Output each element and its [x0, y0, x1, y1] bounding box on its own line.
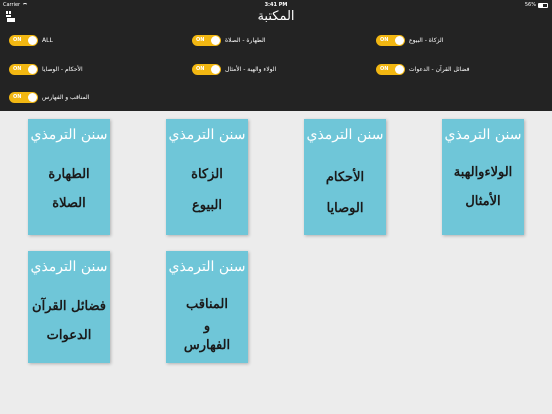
- book-title-line: الأحكام: [325, 170, 365, 185]
- filter-label: الولاء والهبة - الأمثال: [225, 65, 277, 73]
- filter-label: ALL: [42, 36, 53, 44]
- book-title-line: و: [203, 319, 211, 334]
- filter-fadail-daawat[interactable]: ON فضائل القرآن - الدعوات: [376, 62, 470, 76]
- filter-all[interactable]: ON ALL: [9, 33, 53, 47]
- book-manaqib-fahaaris[interactable]: سنن الترمذي المناقب و الفهارس: [166, 251, 248, 363]
- book-title-line: الدعوات: [46, 328, 92, 343]
- book-title-line: الوصايا: [326, 201, 364, 216]
- filter-label: فضائل القرآن - الدعوات: [409, 65, 470, 73]
- filter-toggle[interactable]: ON: [9, 34, 38, 46]
- book-series-title: سنن الترمذي: [30, 127, 108, 143]
- filter-label: الأحكام - الوصايا: [42, 65, 83, 73]
- book-title-line: الزكاة: [191, 167, 223, 182]
- book-title-line: المناقب: [186, 297, 228, 312]
- book-series-title: سنن الترمذي: [444, 127, 522, 143]
- filter-tahara-salat[interactable]: ON الطهارة - الصلاة: [192, 33, 265, 47]
- filter-label: الزكاة - البيوع: [409, 36, 444, 44]
- filter-toggle[interactable]: ON: [376, 63, 405, 75]
- filter-wala-amthal[interactable]: ON الولاء والهبة - الأمثال: [192, 62, 276, 76]
- book-title-line: الصلاة: [52, 196, 86, 211]
- page-title: المكتبة: [257, 9, 295, 24]
- status-bar: Carrier 3:41 PM 56%: [0, 0, 552, 9]
- filter-ahkam-wasaya[interactable]: ON الأحكام - الوصايا: [9, 62, 83, 76]
- battery-percent: 56%: [524, 2, 536, 8]
- filter-toggle[interactable]: ON: [192, 63, 221, 75]
- header-bar: Carrier 3:41 PM 56% المكتبة ON ALL ON ال…: [0, 0, 552, 111]
- filter-label: الطهارة - الصلاة: [225, 36, 266, 44]
- status-right: 56%: [525, 2, 548, 8]
- book-series-title: سنن الترمذي: [30, 259, 108, 275]
- filter-manaqib-fahaaris[interactable]: ON المناقب و الفهارس: [9, 90, 89, 104]
- book-title-line: الطهارة: [48, 167, 90, 182]
- book-tahara-salat[interactable]: سنن الترمذي الطهارة الصلاة: [28, 119, 110, 235]
- book-ahkam-wasaya[interactable]: سنن الترمذي الأحكام الوصايا: [304, 119, 386, 235]
- book-series-title: سنن الترمذي: [168, 259, 246, 275]
- filter-toggle[interactable]: ON: [9, 63, 38, 75]
- book-zakat-buyu[interactable]: سنن الترمذي الزكاة البيوع: [166, 119, 248, 235]
- status-time: 3:41 PM: [264, 2, 288, 8]
- book-title-line: الفهارس: [183, 338, 231, 353]
- book-series-title: سنن الترمذي: [306, 127, 384, 143]
- book-fadail-daawat[interactable]: سنن الترمذي فضائل القرآن الدعوات: [28, 251, 110, 363]
- filter-zakat-buyu[interactable]: ON الزكاة - البيوع: [376, 33, 443, 47]
- filter-label: المناقب و الفهارس: [42, 93, 90, 101]
- battery-icon: [538, 2, 548, 8]
- battery-fill: [539, 3, 544, 7]
- book-title-line: فضائل القرآن: [32, 299, 106, 314]
- filter-toggle[interactable]: ON: [376, 34, 405, 46]
- book-title-line: البيوع: [192, 198, 222, 213]
- book-title-line: الولاءوالهبة: [453, 165, 513, 180]
- book-wala-amthal[interactable]: سنن الترمذي الولاءوالهبة الأمثال: [442, 119, 524, 235]
- filter-toggle[interactable]: ON: [192, 34, 221, 46]
- filter-toggle[interactable]: ON: [9, 91, 38, 103]
- book-title-line: الأمثال: [465, 194, 501, 209]
- book-series-title: سنن الترمذي: [168, 127, 246, 143]
